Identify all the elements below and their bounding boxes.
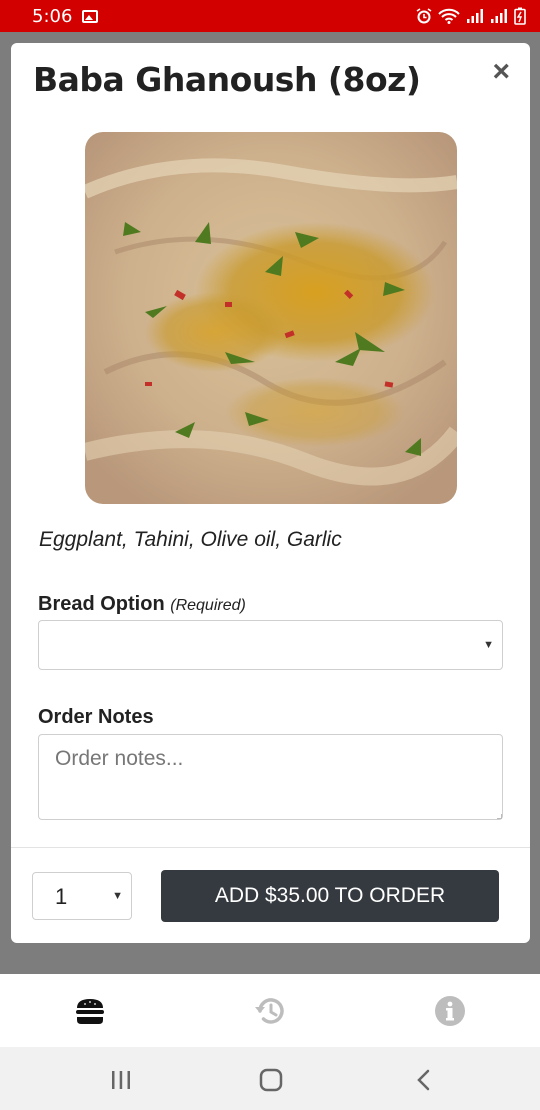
back-button[interactable] <box>408 1065 438 1095</box>
battery-icon <box>514 7 526 25</box>
alarm-icon <box>416 8 432 24</box>
home-button[interactable] <box>256 1065 286 1095</box>
required-note: (Required) <box>170 597 246 614</box>
add-to-order-button[interactable]: ADD $35.00 TO ORDER <box>161 870 499 922</box>
quantity-select[interactable]: 1 ▼ <box>32 872 132 920</box>
close-button[interactable]: × <box>492 57 510 87</box>
item-modal: Baba Ghanoush (8oz) × Eggplant, Tahini, … <box>11 43 530 943</box>
caret-down-icon: ▼ <box>112 890 123 902</box>
item-description: Eggplant, Tahini, Olive oil, Garlic <box>39 528 342 551</box>
modal-title: Baba Ghanoush (8oz) <box>33 60 421 99</box>
history-icon <box>255 998 284 1024</box>
status-bar: 5:06 <box>0 0 540 32</box>
status-time: 5:06 <box>32 5 73 27</box>
wifi-icon <box>438 8 460 24</box>
order-notes-label: Order Notes <box>38 706 154 728</box>
signal-icon <box>491 9 507 23</box>
bottom-tab-bar <box>0 974 540 1047</box>
quantity-value: 1 <box>55 884 68 909</box>
tab-menu[interactable] <box>73 994 107 1028</box>
order-notes-field[interactable] <box>38 734 503 820</box>
info-icon <box>435 996 465 1026</box>
resize-handle-icon[interactable] <box>497 814 502 819</box>
signal-icon <box>467 9 483 23</box>
bread-option-label-text: Bread Option <box>38 593 165 615</box>
tab-history[interactable] <box>253 994 287 1028</box>
android-nav-bar <box>0 1047 540 1110</box>
caret-down-icon: ▼ <box>483 639 494 651</box>
footer-divider <box>11 847 530 848</box>
bread-option-label: Bread Option (Required) <box>38 593 246 616</box>
home-icon <box>259 1068 283 1092</box>
recents-icon <box>112 1071 130 1089</box>
burger-icon <box>76 998 104 1024</box>
item-photo <box>85 132 457 504</box>
bread-option-select[interactable]: ▼ <box>38 620 503 670</box>
baba-ghanoush-photo <box>85 132 457 504</box>
tab-info[interactable] <box>433 994 467 1028</box>
image-icon <box>82 9 99 23</box>
recents-button[interactable] <box>106 1065 136 1095</box>
status-icons <box>416 7 526 25</box>
back-icon <box>417 1069 430 1091</box>
